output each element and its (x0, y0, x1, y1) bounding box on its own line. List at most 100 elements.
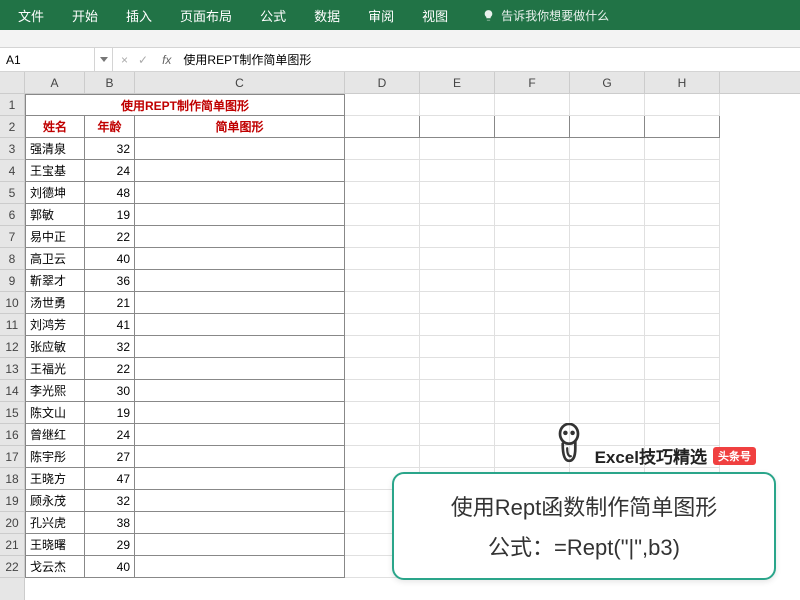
cell[interactable]: 年龄 (85, 116, 135, 138)
cell[interactable] (345, 314, 420, 336)
cell[interactable] (345, 402, 420, 424)
cell[interactable] (135, 138, 345, 160)
row-header[interactable]: 5 (0, 182, 24, 204)
ribbon-tab-插入[interactable]: 插入 (112, 0, 166, 30)
cell[interactable]: 李光熙 (25, 380, 85, 402)
row-header[interactable]: 11 (0, 314, 24, 336)
cell[interactable] (645, 314, 720, 336)
cell[interactable] (495, 138, 570, 160)
cell[interactable] (495, 358, 570, 380)
cell[interactable] (135, 270, 345, 292)
column-header[interactable]: D (345, 72, 420, 93)
cell[interactable] (420, 380, 495, 402)
cell[interactable] (420, 358, 495, 380)
cell[interactable] (420, 226, 495, 248)
cell[interactable] (645, 138, 720, 160)
column-header[interactable]: A (25, 72, 85, 93)
title-cell[interactable]: 使用REPT制作简单图形 (25, 94, 345, 116)
cell[interactable] (495, 292, 570, 314)
cell[interactable]: 王宝基 (25, 160, 85, 182)
cell[interactable] (135, 336, 345, 358)
cell[interactable] (420, 204, 495, 226)
cell[interactable] (645, 182, 720, 204)
column-header[interactable]: B (85, 72, 135, 93)
cell[interactable]: 24 (85, 424, 135, 446)
cell[interactable] (645, 402, 720, 424)
cell[interactable]: 顾永茂 (25, 490, 85, 512)
cell[interactable] (135, 556, 345, 578)
cell[interactable] (570, 292, 645, 314)
cell[interactable] (135, 512, 345, 534)
cell[interactable]: 19 (85, 402, 135, 424)
cell[interactable] (570, 270, 645, 292)
ribbon-tab-视图[interactable]: 视图 (408, 0, 462, 30)
ribbon-tab-开始[interactable]: 开始 (58, 0, 112, 30)
cell[interactable] (570, 358, 645, 380)
cell[interactable] (135, 292, 345, 314)
cell[interactable] (345, 182, 420, 204)
cell[interactable]: 王福光 (25, 358, 85, 380)
cell[interactable]: 27 (85, 446, 135, 468)
cell[interactable]: 孔兴虎 (25, 512, 85, 534)
column-header[interactable]: E (420, 72, 495, 93)
cell[interactable]: 38 (85, 512, 135, 534)
cell[interactable] (570, 138, 645, 160)
cell[interactable]: 易中正 (25, 226, 85, 248)
cell[interactable] (645, 94, 720, 116)
cell[interactable]: 32 (85, 138, 135, 160)
cell[interactable] (645, 160, 720, 182)
cell[interactable]: 张应敏 (25, 336, 85, 358)
name-box[interactable]: A1 (0, 48, 95, 71)
row-header[interactable]: 10 (0, 292, 24, 314)
cell[interactable] (570, 204, 645, 226)
cell[interactable] (570, 94, 645, 116)
cell[interactable] (645, 248, 720, 270)
cell[interactable] (495, 116, 570, 138)
cell[interactable] (645, 226, 720, 248)
row-header[interactable]: 9 (0, 270, 24, 292)
cell[interactable] (345, 94, 420, 116)
ribbon-tab-审阅[interactable]: 审阅 (354, 0, 408, 30)
row-header[interactable]: 13 (0, 358, 24, 380)
cell[interactable] (570, 160, 645, 182)
cell[interactable] (345, 160, 420, 182)
cell[interactable] (135, 314, 345, 336)
cell[interactable]: 简单图形 (135, 116, 345, 138)
cell[interactable] (495, 204, 570, 226)
row-header[interactable]: 1 (0, 94, 24, 116)
cell[interactable] (135, 358, 345, 380)
cell[interactable] (495, 270, 570, 292)
cell[interactable] (645, 204, 720, 226)
cell[interactable]: 刘德坤 (25, 182, 85, 204)
cell[interactable] (135, 424, 345, 446)
cell[interactable] (345, 204, 420, 226)
cell[interactable] (495, 380, 570, 402)
cell[interactable] (135, 446, 345, 468)
cell[interactable] (645, 380, 720, 402)
cell[interactable]: 40 (85, 248, 135, 270)
cell[interactable]: 30 (85, 380, 135, 402)
row-header[interactable]: 17 (0, 446, 24, 468)
cell[interactable]: 21 (85, 292, 135, 314)
ribbon-tab-数据[interactable]: 数据 (300, 0, 354, 30)
cancel-icon[interactable]: × (121, 53, 128, 67)
cell[interactable]: 48 (85, 182, 135, 204)
cell[interactable]: 刘鸿芳 (25, 314, 85, 336)
cell[interactable] (420, 402, 495, 424)
cell[interactable] (645, 358, 720, 380)
cell[interactable]: 汤世勇 (25, 292, 85, 314)
cell[interactable] (135, 468, 345, 490)
cell[interactable]: 19 (85, 204, 135, 226)
cell[interactable] (345, 270, 420, 292)
column-header[interactable]: F (495, 72, 570, 93)
cell[interactable]: 22 (85, 358, 135, 380)
tell-me-search[interactable]: 告诉我你想要做什么 (482, 7, 609, 24)
cell[interactable] (135, 534, 345, 556)
cell[interactable]: 41 (85, 314, 135, 336)
row-header[interactable]: 3 (0, 138, 24, 160)
row-header[interactable]: 14 (0, 380, 24, 402)
cell[interactable] (420, 182, 495, 204)
cell[interactable] (420, 314, 495, 336)
column-header[interactable]: H (645, 72, 720, 93)
cell[interactable] (645, 336, 720, 358)
